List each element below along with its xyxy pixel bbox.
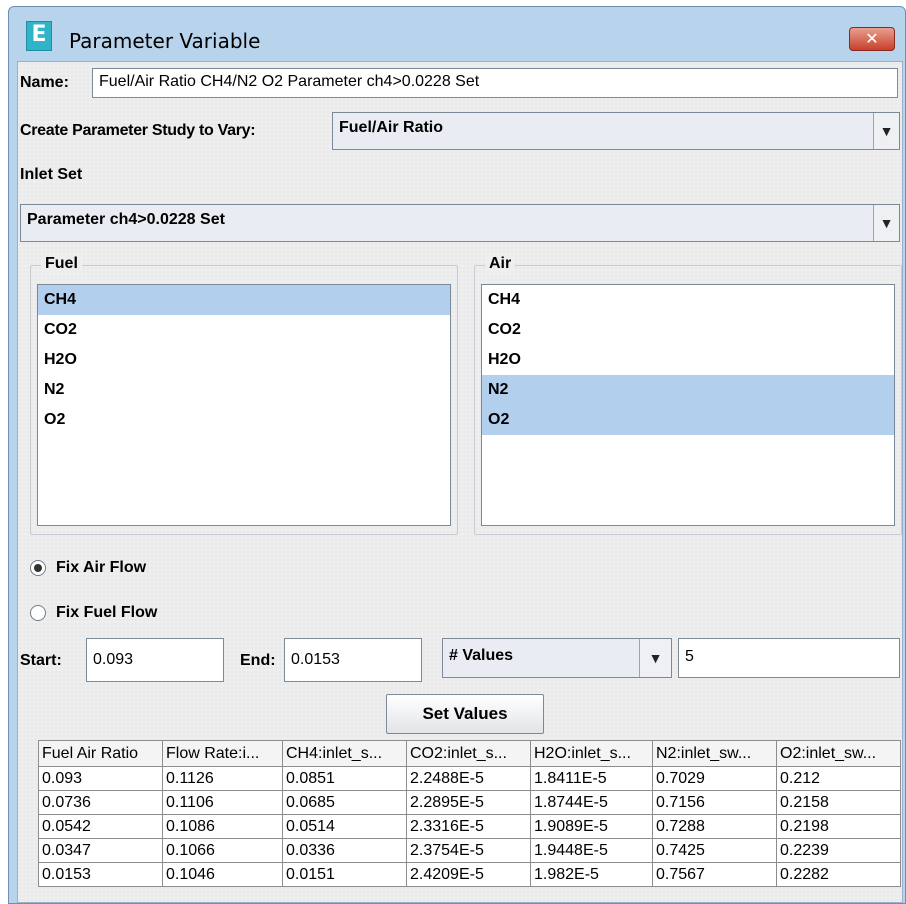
fix-fuel-flow-radio[interactable]: Fix Fuel Flow (30, 604, 157, 622)
inlet-set-selected: Parameter ch4>0.0228 Set (27, 211, 225, 228)
chevron-down-icon[interactable]: ▼ (873, 205, 899, 241)
count-mode-combo[interactable]: # Values ▼ (442, 638, 672, 678)
air-item-co2[interactable]: CO2 (482, 315, 894, 345)
dialog-content: Name: Fuel/Air Ratio CH4/N2 O2 Parameter… (17, 61, 903, 903)
table-cell[interactable]: 0.0542 (38, 814, 163, 839)
chevron-down-icon[interactable]: ▼ (639, 639, 671, 677)
fuel-item-n2[interactable]: N2 (38, 375, 450, 405)
table-row[interactable]: 0.0736 0.1106 0.0685 2.2895E-5 1.8744E-5 0.71… (38, 790, 901, 815)
table-cell[interactable]: 2.2895E-5 (406, 790, 531, 815)
air-group: Air CH4 CO2 H2O N2 O2 (474, 255, 902, 535)
window-title: Parameter Variable (69, 29, 261, 53)
table-cell[interactable]: 0.1046 (162, 862, 283, 887)
table-cell[interactable]: 0.7288 (652, 814, 777, 839)
table-cell[interactable]: 1.9089E-5 (530, 814, 653, 839)
fuel-item-h2o[interactable]: H2O (38, 345, 450, 375)
column-header[interactable]: Fuel Air Ratio (38, 740, 163, 767)
table-cell[interactable]: 0.0514 (282, 814, 407, 839)
study-label: Create Parameter Study to Vary: (20, 122, 256, 139)
table-cell[interactable]: 0.1126 (162, 766, 283, 791)
table-cell[interactable]: 1.8411E-5 (530, 766, 653, 791)
close-icon: ✕ (865, 29, 879, 48)
study-selected: Fuel/Air Ratio (339, 119, 444, 136)
fuel-group-title: Fuel (41, 255, 82, 273)
table-body: 0.093 0.1126 0.0851 2.2488E-5 1.8411E-5 0.702… (38, 766, 901, 887)
table-cell[interactable]: 0.7567 (652, 862, 777, 887)
start-field[interactable]: 0.093 (86, 638, 224, 682)
end-label: End: (240, 652, 276, 669)
column-header[interactable]: N2:inlet_sw... (652, 740, 777, 767)
fuel-item-o2[interactable]: O2 (38, 405, 450, 435)
title-bar[interactable]: E Parameter Variable ✕ (9, 7, 905, 61)
fuel-item-co2[interactable]: CO2 (38, 315, 450, 345)
fuel-item-ch4[interactable]: CH4 (38, 285, 450, 315)
table-cell[interactable]: 0.2239 (776, 838, 901, 863)
table-cell[interactable]: 0.0851 (282, 766, 407, 791)
table-header-row: Fuel Air Ratio Flow Rate:i... CH4:inlet_s.… (38, 740, 901, 767)
table-row[interactable]: 0.0153 0.1046 0.0151 2.4209E-5 1.982E-5 0.756… (38, 862, 901, 887)
fuel-list[interactable]: CH4 CO2 H2O N2 O2 (37, 284, 451, 526)
table-cell[interactable]: 0.212 (776, 766, 901, 791)
count-mode-selected: # Values (449, 647, 514, 664)
name-label: Name: (20, 74, 69, 91)
inlet-set-combo[interactable]: Parameter ch4>0.0228 Set ▼ (20, 204, 900, 242)
column-header[interactable]: O2:inlet_sw... (776, 740, 901, 767)
radio-button-icon[interactable] (30, 560, 46, 576)
dialog-window: E Parameter Variable ✕ Name: Fuel/Air Ra… (8, 6, 906, 904)
table-cell[interactable]: 0.0153 (38, 862, 163, 887)
radio-button-icon[interactable] (30, 605, 46, 621)
values-table[interactable]: Fuel Air Ratio Flow Rate:i... CH4:inlet_s.… (38, 740, 901, 887)
fuel-group: Fuel CH4 CO2 H2O N2 O2 (30, 255, 458, 535)
column-header[interactable]: CO2:inlet_s... (406, 740, 531, 767)
set-values-button[interactable]: Set Values (386, 694, 544, 734)
air-item-o2[interactable]: O2 (482, 405, 894, 435)
table-cell[interactable]: 2.2488E-5 (406, 766, 531, 791)
table-cell[interactable]: 0.093 (38, 766, 163, 791)
fix-air-flow-radio[interactable]: Fix Air Flow (30, 559, 146, 577)
table-cell[interactable]: 0.0736 (38, 790, 163, 815)
table-cell[interactable]: 2.3316E-5 (406, 814, 531, 839)
close-button[interactable]: ✕ (849, 27, 895, 51)
air-group-title: Air (485, 255, 516, 273)
inlet-set-label: Inlet Set (20, 166, 83, 183)
table-row[interactable]: 0.0347 0.1066 0.0336 2.3754E-5 1.9448E-5 0.74… (38, 838, 901, 863)
table-cell[interactable]: 1.9448E-5 (530, 838, 653, 863)
air-list[interactable]: CH4 CO2 H2O N2 O2 (481, 284, 895, 526)
fix-air-flow-label: Fix Air Flow (56, 559, 147, 576)
column-header[interactable]: H2O:inlet_s... (530, 740, 653, 767)
table-cell[interactable]: 0.7156 (652, 790, 777, 815)
table-cell[interactable]: 0.1106 (162, 790, 283, 815)
table-cell[interactable]: 0.2282 (776, 862, 901, 887)
start-label: Start: (20, 652, 62, 669)
chevron-down-icon[interactable]: ▼ (873, 113, 899, 149)
table-cell[interactable]: 0.2198 (776, 814, 901, 839)
fix-fuel-flow-label: Fix Fuel Flow (56, 604, 158, 621)
app-icon: E (26, 21, 52, 51)
table-cell[interactable]: 0.7425 (652, 838, 777, 863)
count-field[interactable]: 5 (678, 638, 900, 678)
air-item-h2o[interactable]: H2O (482, 345, 894, 375)
table-cell[interactable]: 1.8744E-5 (530, 790, 653, 815)
table-cell[interactable]: 1.982E-5 (530, 862, 653, 887)
table-cell[interactable]: 0.0336 (282, 838, 407, 863)
table-cell[interactable]: 0.2158 (776, 790, 901, 815)
air-item-ch4[interactable]: CH4 (482, 285, 894, 315)
table-cell[interactable]: 0.7029 (652, 766, 777, 791)
name-field[interactable]: Fuel/Air Ratio CH4/N2 O2 Parameter ch4>0… (92, 68, 898, 98)
end-field[interactable]: 0.0153 (284, 638, 422, 682)
table-row[interactable]: 0.093 0.1126 0.0851 2.2488E-5 1.8411E-5 0.702… (38, 766, 901, 791)
table-cell[interactable]: 2.3754E-5 (406, 838, 531, 863)
table-cell[interactable]: 0.0347 (38, 838, 163, 863)
table-cell[interactable]: 0.1086 (162, 814, 283, 839)
column-header[interactable]: CH4:inlet_s... (282, 740, 407, 767)
table-cell[interactable]: 2.4209E-5 (406, 862, 531, 887)
table-cell[interactable]: 0.0685 (282, 790, 407, 815)
air-item-n2[interactable]: N2 (482, 375, 894, 405)
table-cell[interactable]: 0.0151 (282, 862, 407, 887)
table-cell[interactable]: 0.1066 (162, 838, 283, 863)
table-row[interactable]: 0.0542 0.1086 0.0514 2.3316E-5 1.9089E-5 0.72… (38, 814, 901, 839)
column-header[interactable]: Flow Rate:i... (162, 740, 283, 767)
study-combo[interactable]: Fuel/Air Ratio ▼ (332, 112, 900, 150)
